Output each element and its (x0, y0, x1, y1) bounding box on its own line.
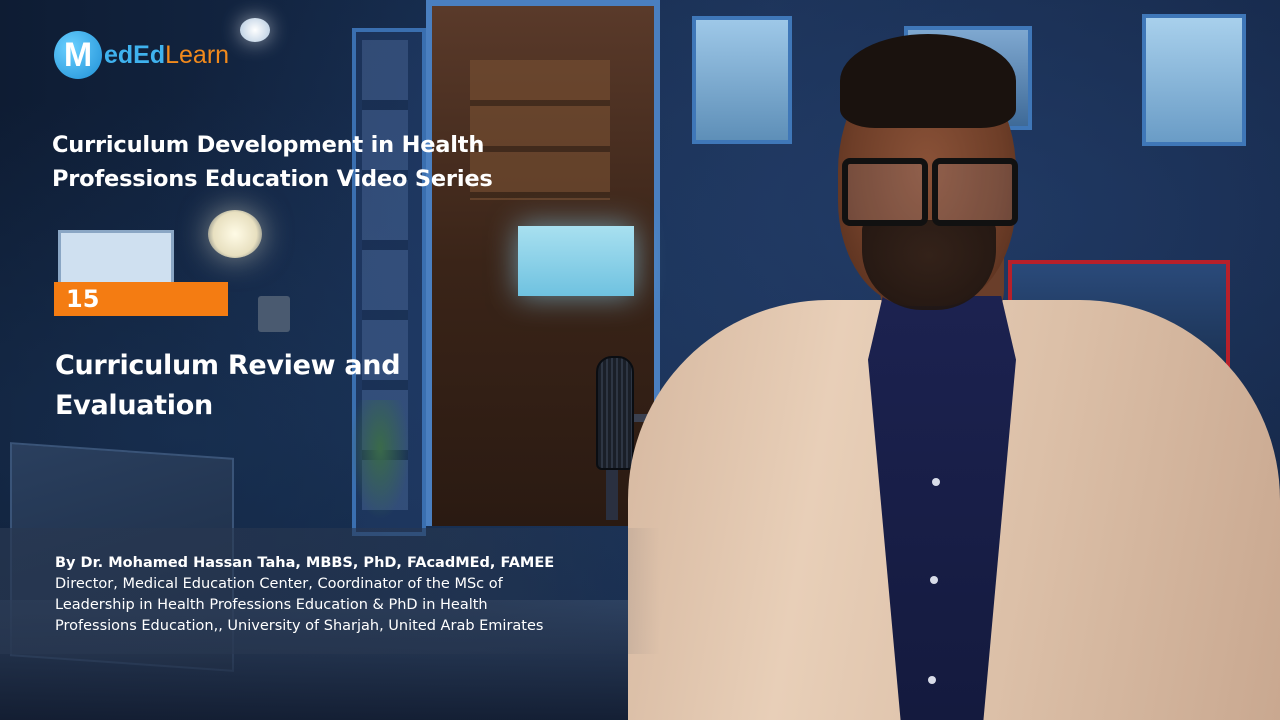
presenter-affiliation-line: Leadership in Health Professions Educati… (55, 597, 488, 613)
series-title: Curriculum Development in Health Profess… (52, 128, 572, 196)
presenter-hair (840, 34, 1016, 128)
logo-wordmark-part-a: edEd (104, 40, 166, 69)
logo-wordmark-part-b: Learn (165, 40, 230, 69)
background-lamp (518, 226, 634, 296)
ceiling-light (240, 18, 270, 42)
presenter-glasses (842, 158, 1018, 226)
episode-title: Curriculum Review and Evaluation (55, 346, 475, 426)
desk-lamp (208, 210, 262, 258)
logo-mark: M (54, 31, 102, 79)
wall-picture-frame (692, 16, 792, 144)
presenter-affiliation-line: Professions Education,, University of Sh… (55, 618, 544, 634)
presenter-affiliation-line: Director, Medical Education Center, Coor… (55, 576, 503, 592)
background-speaker (258, 296, 290, 332)
episode-number-badge: 15 (54, 282, 228, 316)
shirt-button (928, 676, 936, 684)
episode-title-line: Evaluation (55, 390, 213, 421)
presenter-credits: By Dr. Mohamed Hassan Taha, MBBS, PhD, F… (55, 553, 655, 637)
glasses-lens (932, 158, 1018, 226)
glasses-lens (842, 158, 928, 226)
brand-logo: M edEd Learn (54, 30, 229, 80)
episode-title-line: Curriculum Review and (55, 350, 401, 381)
presenter-byline: By Dr. Mohamed Hassan Taha, MBBS, PhD, F… (55, 555, 555, 571)
microphone-icon (596, 356, 634, 470)
series-title-line: Curriculum Development in Health (52, 132, 485, 158)
shirt-button (932, 478, 940, 486)
series-title-line: Professions Education Video Series (52, 166, 493, 192)
wall-picture-frame (1142, 14, 1246, 146)
shirt-button (930, 576, 938, 584)
video-thumbnail: M edEd Learn Curriculum Development in H… (0, 0, 1280, 720)
